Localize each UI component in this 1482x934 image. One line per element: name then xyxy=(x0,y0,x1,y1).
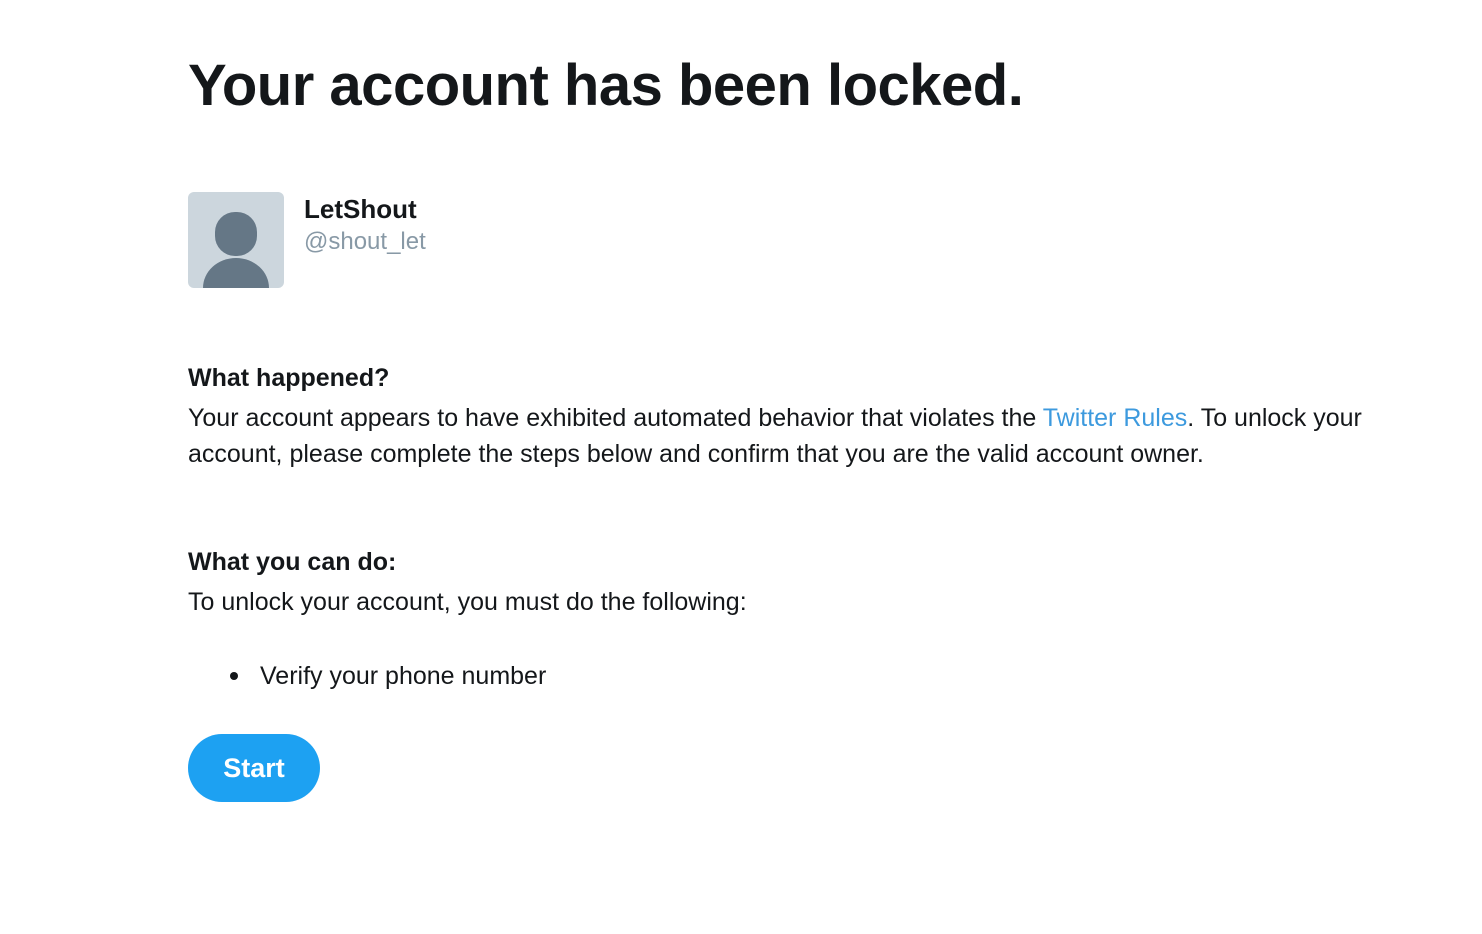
account-card: LetShout @shout_let xyxy=(188,192,788,288)
unlock-steps-list: Verify your phone number xyxy=(188,658,546,694)
step-label: Verify your phone number xyxy=(260,662,547,690)
what-you-can-do-intro: To unlock your account, you must do the … xyxy=(188,588,747,616)
what-happened-text: Your account appears to have exhibited a… xyxy=(188,400,1378,472)
what-you-can-do-heading: What you can do: xyxy=(188,548,397,576)
start-button[interactable]: Start xyxy=(188,734,320,802)
what-happened-heading: What happened? xyxy=(188,364,390,392)
list-item: Verify your phone number xyxy=(188,658,546,694)
default-profile-avatar-icon xyxy=(188,192,284,288)
bullet-icon xyxy=(230,672,238,680)
what-happened-text-start: Your account appears to have exhibited a… xyxy=(188,404,1043,432)
twitter-rules-link[interactable]: Twitter Rules xyxy=(1043,404,1187,432)
account-handle: @shout_let xyxy=(304,228,426,255)
page-title: Your account has been locked. xyxy=(188,53,1024,118)
account-display-name: LetShout xyxy=(304,194,417,224)
avatar-silhouette-icon xyxy=(203,212,269,288)
